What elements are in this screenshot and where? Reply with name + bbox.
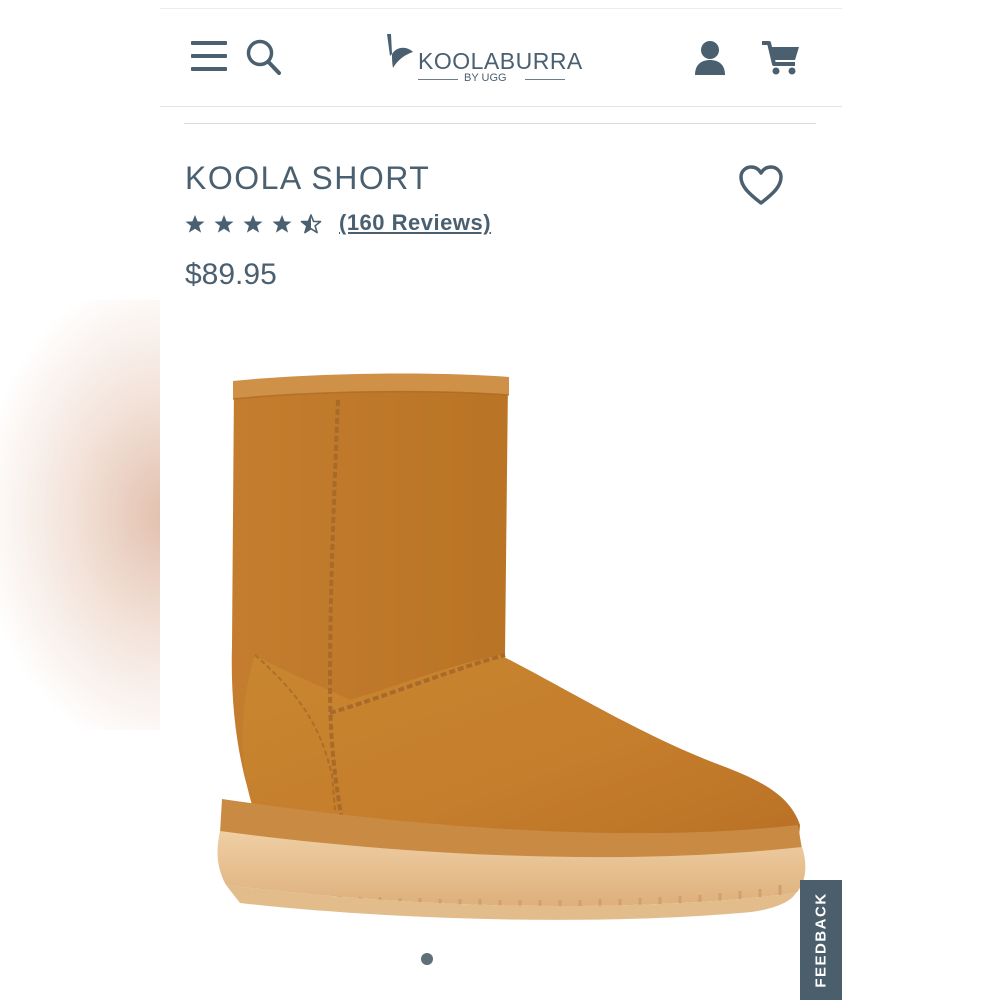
half-star-icon <box>300 214 322 234</box>
star-icon <box>185 215 205 233</box>
logo-rule-left <box>418 79 458 80</box>
brand-subtitle: BY UGG <box>464 72 507 84</box>
site-header: KOOLABURRA BY UGG <box>160 10 842 106</box>
star-icon <box>243 215 263 233</box>
carousel-dot-active[interactable] <box>421 953 433 965</box>
header-divider <box>160 106 842 107</box>
cart-icon[interactable] <box>761 40 801 76</box>
product-page: KOOLABURRA BY UGG KOOLA SHORT (160 Revie… <box>160 0 842 1000</box>
heart-icon[interactable] <box>738 164 784 206</box>
product-title: KOOLA SHORT <box>185 160 431 196</box>
star-icon <box>272 215 292 233</box>
account-icon[interactable] <box>694 40 726 76</box>
top-divider <box>160 8 842 9</box>
koala-leaf-icon <box>387 34 413 68</box>
product-price: $89.95 <box>185 258 277 291</box>
brand-name: KOOLABURRA <box>418 48 583 74</box>
star-rating <box>185 214 322 234</box>
reviews-link[interactable]: (160 Reviews) <box>339 210 491 236</box>
feedback-button[interactable]: FEEDBACK <box>800 880 842 1000</box>
logo-rule-right <box>525 79 565 80</box>
brand-logo[interactable]: KOOLABURRA BY UGG <box>380 32 583 96</box>
breadcrumb-divider <box>184 123 816 124</box>
product-image[interactable] <box>200 355 840 935</box>
feedback-label: FEEDBACK <box>812 892 830 988</box>
star-icon <box>214 215 234 233</box>
background-blur <box>0 300 165 730</box>
search-icon[interactable] <box>246 38 282 76</box>
menu-icon[interactable] <box>191 40 229 74</box>
